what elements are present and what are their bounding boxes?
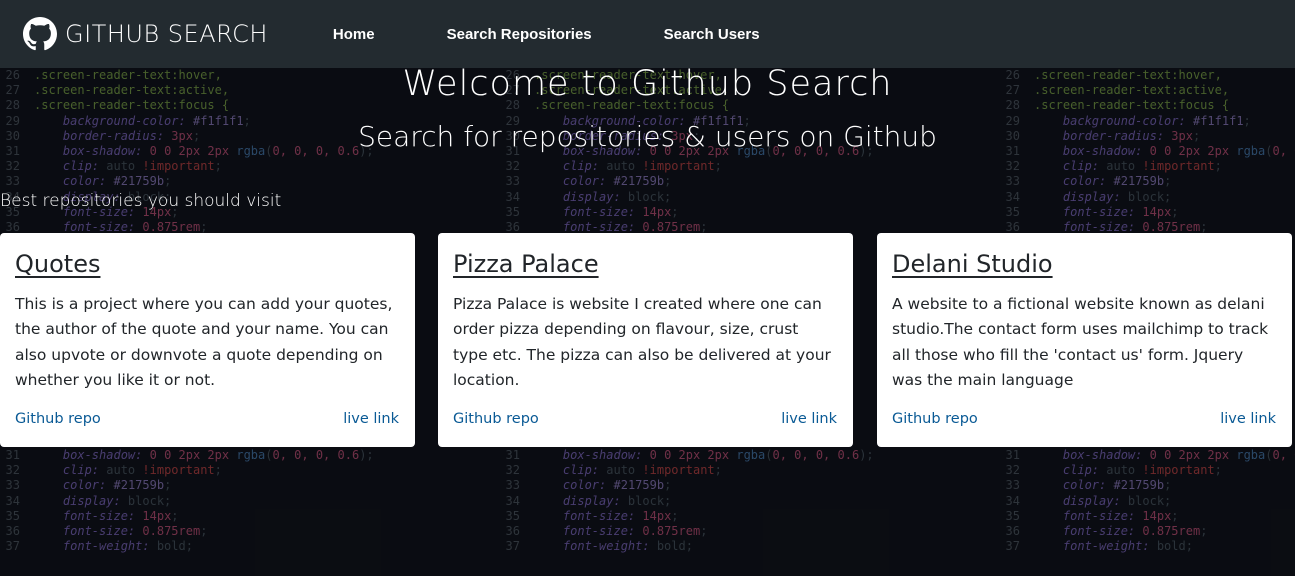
card-title-link[interactable]: Quotes <box>15 248 100 280</box>
repo-card-pizza-palace: Pizza Palace Pizza Palace is website I c… <box>438 233 853 447</box>
hero-title: Welcome to Github Search <box>402 64 893 104</box>
card-title-link[interactable]: Pizza Palace <box>453 248 599 280</box>
nav-search-repositories-link[interactable]: Search Repositories <box>447 26 592 43</box>
card-description: A website to a fictional website known a… <box>892 295 1269 389</box>
repo-card-delani-studio: Delani Studio A website to a fictional w… <box>877 233 1292 447</box>
live-link[interactable]: live link <box>343 411 399 427</box>
brand-title: GITHUB SEARCH <box>65 20 268 48</box>
section-title: Best repositories you should visit <box>0 191 282 211</box>
live-link[interactable]: live link <box>781 411 837 427</box>
live-link[interactable]: live link <box>1220 411 1276 427</box>
nav-links: Home Search Repositories Search Users <box>333 26 832 43</box>
repo-card-quotes: Quotes This is a project where you can a… <box>0 233 415 447</box>
github-repo-link[interactable]: Github repo <box>892 411 978 427</box>
card-links: Github repo live link <box>892 411 1276 427</box>
card-title-link[interactable]: Delani Studio <box>892 248 1053 280</box>
hero-subtitle: Search for repositories & users on Githu… <box>358 120 937 153</box>
navbar: GITHUB SEARCH Home Search Repositories S… <box>0 0 1295 68</box>
nav-home-link[interactable]: Home <box>333 26 375 43</box>
card-description: Pizza Palace is website I created where … <box>453 295 831 389</box>
card-links: Github repo live link <box>15 411 399 427</box>
brand-link[interactable]: GITHUB SEARCH <box>23 17 268 51</box>
github-repo-link[interactable]: Github repo <box>453 411 539 427</box>
card-links: Github repo live link <box>453 411 837 427</box>
nav-search-users-link[interactable]: Search Users <box>664 26 760 43</box>
card-description: This is a project where you can add your… <box>15 295 393 389</box>
github-icon <box>23 17 57 51</box>
github-repo-link[interactable]: Github repo <box>15 411 101 427</box>
